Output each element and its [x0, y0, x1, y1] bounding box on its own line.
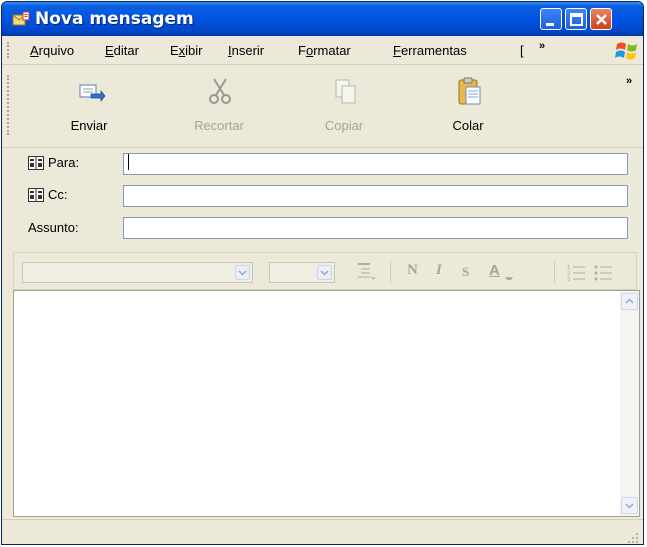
maximize-button[interactable]: [565, 8, 587, 30]
to-label: Para:: [48, 155, 80, 170]
windows-logo-icon: [614, 40, 640, 62]
font-size-select[interactable]: [269, 262, 335, 283]
compose-window: Nova mensagem Arquivo Editar Exibir Inse…: [1, 1, 644, 545]
font-size-dropdown-icon: [317, 265, 332, 280]
message-body[interactable]: [13, 290, 640, 517]
italic-button[interactable]: I: [436, 262, 442, 279]
vertical-scrollbar[interactable]: [620, 291, 639, 516]
send-button[interactable]: Enviar: [50, 71, 128, 141]
paste-label: Colar: [452, 118, 484, 133]
bold-button[interactable]: N: [407, 262, 418, 279]
send-label: Enviar: [70, 118, 108, 133]
close-icon: [596, 14, 607, 25]
minimize-button[interactable]: [540, 8, 562, 30]
cut-button[interactable]: Recortar: [180, 71, 258, 141]
numbered-list-icon[interactable]: 123: [567, 262, 587, 285]
toolbar-grip: [7, 75, 12, 135]
menu-exibir[interactable]: Exibir: [170, 43, 203, 58]
paste-button[interactable]: Colar: [429, 71, 507, 141]
scissors-icon: [204, 75, 236, 107]
menu-formatar[interactable]: Formatar: [298, 43, 351, 58]
menu-arquivo[interactable]: Arquivo: [30, 43, 74, 58]
font-color-button[interactable]: A: [489, 262, 500, 279]
bullet-list-icon[interactable]: [594, 262, 614, 285]
menu-grip: [7, 42, 12, 58]
scroll-up-button[interactable]: [621, 293, 638, 310]
minimize-icon: [546, 23, 554, 26]
font-color-dropdown-icon[interactable]: [505, 277, 513, 283]
format-separator: [390, 261, 391, 283]
status-bar: [2, 519, 643, 544]
copy-button[interactable]: Copiar: [305, 71, 383, 141]
menu-bar: Arquivo Editar Exibir Inserir Formatar F…: [2, 36, 643, 65]
text-caret: [128, 154, 129, 170]
chevron-down-icon: [625, 503, 634, 509]
svg-text:3: 3: [567, 277, 571, 282]
to-field[interactable]: [123, 153, 628, 175]
subject-label: Assunto:: [28, 220, 79, 235]
address-book-icon[interactable]: [28, 156, 44, 170]
resize-grip-icon[interactable]: [627, 532, 639, 544]
font-name-dropdown-icon: [235, 265, 250, 280]
cc-field[interactable]: [123, 185, 628, 207]
title-bar[interactable]: Nova mensagem: [2, 2, 643, 36]
copy-label: Copiar: [324, 118, 364, 133]
maximize-icon: [570, 13, 583, 26]
menu-overflow-chevron[interactable]: »: [539, 40, 545, 52]
menu-editar[interactable]: Editar: [105, 43, 139, 58]
toolbar: Enviar Recortar Copiar Colar »: [2, 65, 643, 148]
cut-label: Recortar: [194, 118, 244, 133]
chevron-up-icon: [625, 298, 634, 304]
format-bar: N I S A 123: [13, 252, 637, 290]
menu-inserir[interactable]: Inserir: [228, 43, 264, 58]
window-title: Nova mensagem: [35, 9, 194, 29]
message-body-text: [14, 291, 639, 299]
scroll-down-button[interactable]: [621, 497, 638, 514]
underline-button[interactable]: S: [462, 264, 469, 280]
format-separator-2: [554, 261, 555, 283]
font-name-select[interactable]: [22, 262, 253, 283]
address-book-cc-icon[interactable]: [28, 188, 44, 202]
menu-ferramentas[interactable]: Ferramentas: [393, 43, 467, 58]
send-icon: [74, 75, 106, 107]
paste-icon: [453, 75, 485, 107]
close-button[interactable]: [590, 8, 612, 30]
subject-field[interactable]: [123, 217, 628, 239]
toolbar-overflow-chevron[interactable]: »: [626, 75, 632, 87]
paragraph-style-icon[interactable]: [356, 261, 376, 284]
menu-truncated[interactable]: [: [520, 43, 524, 58]
copy-icon: [329, 75, 361, 107]
new-message-icon: [12, 11, 30, 27]
cc-label: Cc:: [48, 187, 68, 202]
message-header: Para: Cc: Assunto:: [2, 148, 643, 244]
